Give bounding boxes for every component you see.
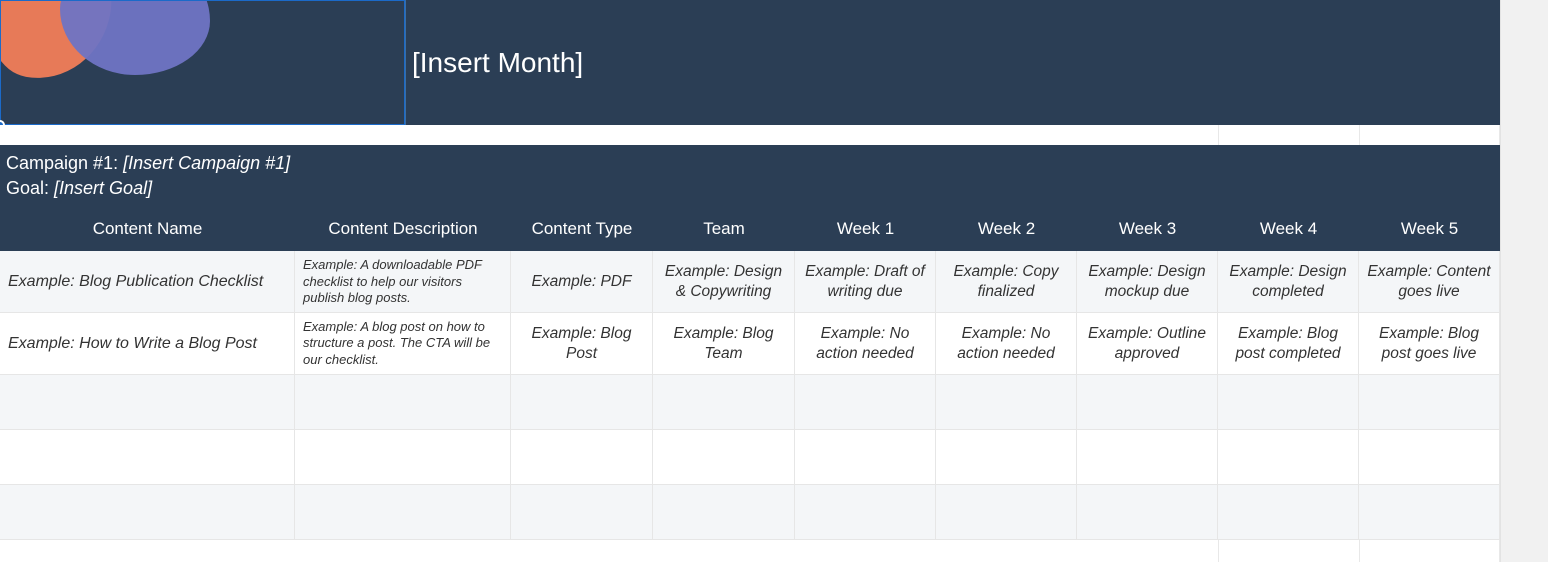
- cell-week-3[interactable]: [1077, 430, 1218, 484]
- goal-placeholder: [Insert Goal]: [54, 178, 152, 198]
- col-week-2[interactable]: Week 2: [936, 209, 1077, 251]
- table-body: Example: Blog Publication Checklist Exam…: [0, 251, 1500, 540]
- cell-week-4[interactable]: Example: Blog post completed: [1218, 313, 1359, 374]
- col-content-type[interactable]: Content Type: [511, 209, 653, 251]
- col-content-name[interactable]: Content Name: [0, 209, 295, 251]
- cell-week-2[interactable]: [936, 485, 1077, 539]
- cell-week-5[interactable]: Example: Content goes live: [1359, 251, 1500, 312]
- cell-week-1[interactable]: [795, 430, 936, 484]
- spacer-row-bottom: [0, 540, 1500, 562]
- cell-week-5[interactable]: [1359, 375, 1500, 429]
- cell-week-3[interactable]: [1077, 375, 1218, 429]
- cell-content-description[interactable]: Example: A downloadable PDF checklist to…: [295, 251, 511, 312]
- cell-week-2[interactable]: [936, 375, 1077, 429]
- header-banner: [Insert Month]: [0, 0, 1500, 125]
- cell-week-4[interactable]: [1218, 430, 1359, 484]
- cell-week-3[interactable]: [1077, 485, 1218, 539]
- spacer-row: [0, 125, 1500, 145]
- col-content-description[interactable]: Content Description: [295, 209, 511, 251]
- content-calendar-sheet: [Insert Month] Campaign #1: [Insert Camp…: [0, 0, 1500, 562]
- cell-content-description[interactable]: [295, 430, 511, 484]
- cell-content-description[interactable]: [295, 375, 511, 429]
- cell-week-2[interactable]: [936, 430, 1077, 484]
- cell-content-description[interactable]: Example: A blog post on how to structure…: [295, 313, 511, 374]
- cell-week-4[interactable]: Example: Design completed: [1218, 251, 1359, 312]
- cell-content-type[interactable]: Example: Blog Post: [511, 313, 653, 374]
- cell-content-name[interactable]: [0, 375, 295, 429]
- col-team[interactable]: Team: [653, 209, 795, 251]
- cell-content-type[interactable]: [511, 430, 653, 484]
- table-row: [0, 375, 1500, 430]
- table-row: [0, 430, 1500, 485]
- cell-week-3[interactable]: Example: Outline approved: [1077, 313, 1218, 374]
- cell-team[interactable]: [653, 430, 795, 484]
- table-row: Example: How to Write a Blog Post Exampl…: [0, 313, 1500, 375]
- cell-week-1[interactable]: Example: Draft of writing due: [795, 251, 936, 312]
- cell-content-name[interactable]: [0, 485, 295, 539]
- cell-week-4[interactable]: [1218, 485, 1359, 539]
- cell-content-name[interactable]: [0, 430, 295, 484]
- vertical-scrollbar-track[interactable]: [1500, 0, 1548, 562]
- column-header-row: Content Name Content Description Content…: [0, 209, 1500, 251]
- cell-content-type[interactable]: Example: PDF: [511, 251, 653, 312]
- campaign-goal-banner[interactable]: Campaign #1: [Insert Campaign #1] Goal: …: [0, 145, 1500, 209]
- cell-week-3[interactable]: Example: Design mockup due: [1077, 251, 1218, 312]
- col-week-5[interactable]: Week 5: [1359, 209, 1500, 251]
- cell-week-1[interactable]: Example: No action needed: [795, 313, 936, 374]
- cell-team[interactable]: Example: Design & Copywriting: [653, 251, 795, 312]
- goal-line: Goal: [Insert Goal]: [6, 176, 1492, 201]
- col-week-4[interactable]: Week 4: [1218, 209, 1359, 251]
- col-week-3[interactable]: Week 3: [1077, 209, 1218, 251]
- table-row: [0, 485, 1500, 540]
- cell-content-type[interactable]: [511, 485, 653, 539]
- cell-content-name[interactable]: Example: How to Write a Blog Post: [0, 313, 295, 374]
- header-month-cell[interactable]: [Insert Month]: [406, 0, 1500, 125]
- campaign-label: Campaign #1:: [6, 153, 123, 173]
- cell-team[interactable]: [653, 375, 795, 429]
- cell-week-5[interactable]: [1359, 485, 1500, 539]
- cell-week-2[interactable]: Example: No action needed: [936, 313, 1077, 374]
- cell-content-type[interactable]: [511, 375, 653, 429]
- cell-selection-handle-icon[interactable]: [0, 120, 5, 125]
- cell-content-description[interactable]: [295, 485, 511, 539]
- table-row: Example: Blog Publication Checklist Exam…: [0, 251, 1500, 313]
- month-title: [Insert Month]: [412, 47, 583, 79]
- cell-content-name[interactable]: Example: Blog Publication Checklist: [0, 251, 295, 312]
- cell-team[interactable]: [653, 485, 795, 539]
- cell-week-5[interactable]: Example: Blog post goes live: [1359, 313, 1500, 374]
- campaign-name-placeholder: [Insert Campaign #1]: [123, 153, 290, 173]
- cell-week-5[interactable]: [1359, 430, 1500, 484]
- header-logo-cell[interactable]: [0, 0, 406, 125]
- decorative-blob-purple: [60, 0, 210, 75]
- col-week-1[interactable]: Week 1: [795, 209, 936, 251]
- goal-label: Goal:: [6, 178, 54, 198]
- cell-week-2[interactable]: Example: Copy finalized: [936, 251, 1077, 312]
- cell-team[interactable]: Example: Blog Team: [653, 313, 795, 374]
- cell-week-4[interactable]: [1218, 375, 1359, 429]
- campaign-line: Campaign #1: [Insert Campaign #1]: [6, 151, 1492, 176]
- cell-week-1[interactable]: [795, 375, 936, 429]
- cell-week-1[interactable]: [795, 485, 936, 539]
